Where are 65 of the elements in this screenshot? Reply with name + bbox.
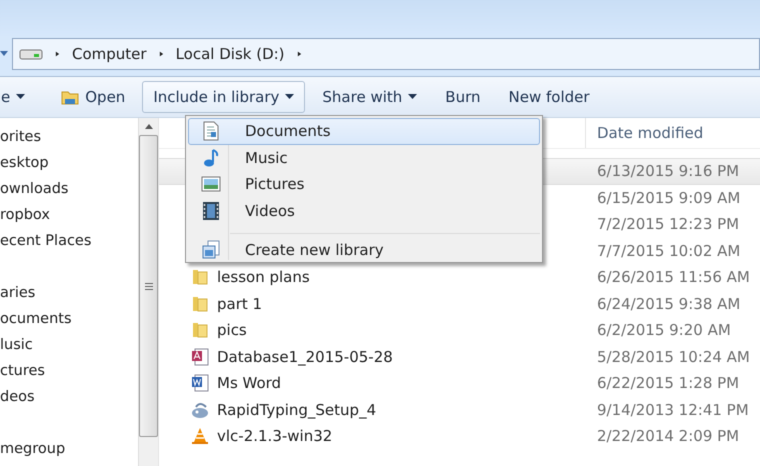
date-modified: 7/7/2015 10:02 AM xyxy=(597,242,740,260)
menu-item[interactable]: Videos xyxy=(188,198,540,224)
date-modified: 6/2/2015 9:20 AM xyxy=(597,321,731,340)
folder-icon xyxy=(191,294,209,313)
folder-icon xyxy=(191,268,209,286)
document-icon xyxy=(201,121,221,142)
breadcrumb[interactable]: Computer xyxy=(72,45,147,63)
file-name[interactable]: part 1 xyxy=(217,294,262,313)
date-modified: 6/26/2015 11:56 AM xyxy=(597,268,750,286)
date-modified: 5/28/2015 10:24 AM xyxy=(597,348,750,366)
nav-item[interactable]: ocuments xyxy=(0,306,138,332)
nav-item[interactable]: ctures xyxy=(0,358,138,384)
date-modified: 2/22/2014 2:09 PM xyxy=(597,427,740,446)
nav-item[interactable]: ecent Places xyxy=(0,228,138,254)
nav-item[interactable]: orites xyxy=(0,124,138,150)
toolbar-button[interactable]: Open xyxy=(50,81,136,113)
date-modified: 6/15/2015 9:09 AM xyxy=(597,188,740,207)
date-modified: 6/22/2015 1:28 PM xyxy=(597,374,740,392)
database-file-icon xyxy=(191,348,209,366)
document-file-icon xyxy=(191,374,209,392)
file-name[interactable]: lesson plans xyxy=(217,268,310,286)
scrollbar[interactable] xyxy=(138,118,158,466)
scrollbar-thumb[interactable] xyxy=(139,135,158,437)
menu-item[interactable]: Music xyxy=(188,144,540,171)
caret-icon xyxy=(408,94,418,100)
date-modified: 9/14/2013 12:41 PM xyxy=(597,400,749,419)
toolbar-button[interactable]: Include in library xyxy=(142,81,306,113)
nav-item[interactable]: deos xyxy=(0,384,138,410)
date-modified: 6/13/2015 9:16 PM xyxy=(597,162,740,180)
caret-icon xyxy=(16,94,26,100)
caret-icon xyxy=(285,94,294,100)
column-header[interactable]: Date modified xyxy=(585,118,760,148)
date-modified: 7/2/2015 12:23 PM xyxy=(597,215,740,234)
folder-icon xyxy=(191,321,209,340)
nav-item[interactable]: ownloads xyxy=(0,176,138,202)
toolbar-button[interactable]: Share with xyxy=(311,81,428,113)
music-note-icon xyxy=(201,148,221,168)
nav-item[interactable]: megroup xyxy=(0,436,138,462)
address-bar[interactable]: Computer Local Disk (D:) xyxy=(12,38,760,70)
traffic-cone-icon xyxy=(191,427,209,446)
nav-item[interactable]: aries xyxy=(0,280,138,306)
chevron-icon xyxy=(53,51,62,57)
file-name[interactable]: Database1_2015-05-28 xyxy=(217,348,393,366)
toolbar-button[interactable]: e xyxy=(0,81,36,113)
scroll-up-icon[interactable] xyxy=(144,124,152,129)
grip-icon xyxy=(144,282,152,290)
breadcrumb[interactable]: Local Disk (D:) xyxy=(176,45,285,63)
toolbar-button[interactable]: New folder xyxy=(498,81,601,113)
library-icon xyxy=(201,240,221,260)
nav-item[interactable]: lusic xyxy=(0,332,138,358)
picture-icon xyxy=(201,174,221,194)
menu-item[interactable]: Pictures xyxy=(188,171,540,198)
nav-item[interactable]: esktop xyxy=(0,150,138,176)
file-name[interactable]: Ms Word xyxy=(217,374,282,392)
menu-item[interactable]: Documents xyxy=(188,118,540,144)
file-name[interactable]: pics xyxy=(217,321,247,340)
file-name[interactable]: RapidTyping_Setup_4 xyxy=(217,400,376,419)
menu-item[interactable]: Create new library xyxy=(188,237,540,264)
nav-item[interactable]: ropbox xyxy=(0,202,138,228)
toolbar-button[interactable]: Burn xyxy=(434,81,492,113)
file-name[interactable]: vlc-2.1.3-win32 xyxy=(217,427,332,446)
setup-program-icon xyxy=(191,400,209,419)
date-modified: 6/24/2015 9:38 AM xyxy=(597,294,740,313)
drive-icon xyxy=(19,47,43,61)
film-icon xyxy=(201,200,221,221)
